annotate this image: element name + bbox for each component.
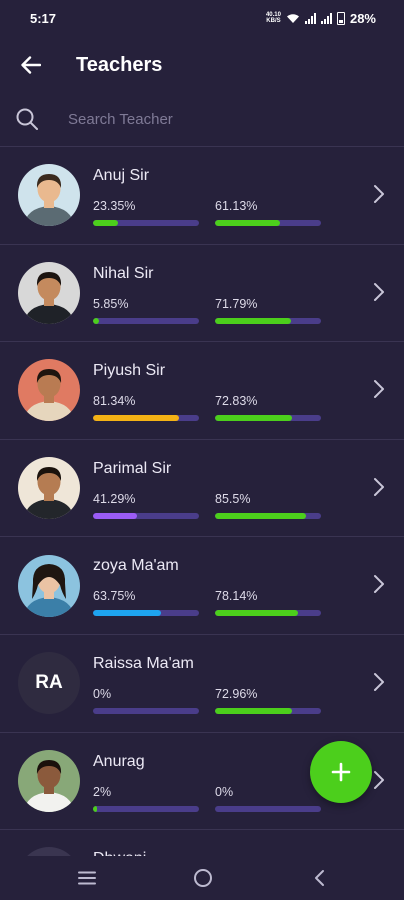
teacher-name: Raissa Ma'am <box>93 654 194 672</box>
teacher-name: Anuj Sir <box>93 167 150 184</box>
net-speed: 40.10 KB/S <box>265 12 281 24</box>
progress-bar-2 <box>215 415 321 422</box>
search-button[interactable] <box>0 96 54 142</box>
chevron-right-icon[interactable] <box>372 573 386 595</box>
status-icons: 40.10 KB/S 28% <box>266 11 376 26</box>
teacher-row[interactable]: RA Raissa Ma'am 0% 72.96% <box>0 635 404 733</box>
search-bar <box>0 96 404 142</box>
avatar <box>18 359 80 422</box>
battery-icon <box>336 11 345 25</box>
teacher-name: Piyush Sir <box>93 362 166 380</box>
progress-fill <box>93 317 100 324</box>
progress-label-2: 78.14% <box>215 589 258 604</box>
avatar <box>18 749 80 812</box>
status-time: 5:17 <box>30 10 57 26</box>
teacher-name: zoya Ma'am <box>93 557 179 575</box>
progress-bar-2 <box>215 317 321 324</box>
progress-bar-2 <box>215 805 321 812</box>
system-nav-bar <box>0 856 404 900</box>
arrow-left-icon <box>21 56 41 74</box>
progress-bar-1 <box>93 220 199 226</box>
menu-icon <box>78 871 96 885</box>
signal-icon <box>304 12 316 24</box>
teacher-row[interactable]: Anuj Sir 23.35% 61.13% <box>0 147 404 245</box>
teacher-row[interactable]: zoya Ma'am 63.75% 78.14% <box>0 537 404 635</box>
progress-label-2: 72.96% <box>215 686 258 701</box>
chevron-right-icon[interactable] <box>372 281 386 303</box>
progress-label-1: 63.75% <box>93 589 136 604</box>
add-teacher-button[interactable] <box>310 741 372 803</box>
progress-label-2: 61.13% <box>215 199 258 213</box>
battery-level: 28% <box>349 10 376 26</box>
nav-back-button[interactable] <box>304 866 334 890</box>
avatar <box>18 164 80 227</box>
progress-bar-1 <box>93 707 199 714</box>
teacher-row[interactable]: Nihal Sir 5.85% 71.79% <box>0 245 404 343</box>
avatar <box>18 554 80 617</box>
progress-fill <box>215 512 306 519</box>
back-chevron-icon <box>315 870 324 886</box>
progress-label-1: 41.29% <box>93 491 136 506</box>
progress-fill <box>215 707 293 714</box>
back-button[interactable] <box>0 36 62 94</box>
progress-label-2: 71.79% <box>215 296 258 311</box>
progress-bar-1 <box>93 317 199 324</box>
progress-fill <box>215 415 293 422</box>
progress-bar-1 <box>93 512 199 519</box>
teacher-name: Anurag <box>93 752 145 770</box>
avatar-initials: RA <box>18 652 80 715</box>
progress-fill <box>93 415 180 422</box>
progress-bar-1 <box>93 415 199 422</box>
avatar <box>18 261 80 324</box>
search-input[interactable] <box>68 99 404 139</box>
search-icon <box>16 108 38 130</box>
progress-label-1: 81.34% <box>93 394 136 409</box>
home-button[interactable] <box>188 866 218 890</box>
teacher-name: Nihal Sir <box>93 264 154 282</box>
progress-bar-1 <box>93 805 199 812</box>
progress-label-1: 0% <box>93 686 112 701</box>
page-title: Teachers <box>76 53 163 76</box>
home-circle-icon <box>194 869 212 887</box>
avatar <box>18 457 80 520</box>
avatar <box>18 847 80 856</box>
plus-icon <box>331 762 351 782</box>
app-bar: Teachers <box>0 36 404 94</box>
teacher-name: Parimal Sir <box>93 459 172 477</box>
progress-bar-2 <box>215 220 321 226</box>
progress-label-1: 23.35% <box>93 199 136 213</box>
chevron-right-icon[interactable] <box>372 183 386 205</box>
progress-bar-2 <box>215 512 321 519</box>
progress-fill <box>93 512 137 519</box>
progress-label-2: 72.83% <box>215 394 258 409</box>
chevron-right-icon[interactable] <box>372 378 386 400</box>
progress-fill <box>215 317 292 324</box>
progress-bar-1 <box>93 610 199 617</box>
progress-label-2: 0% <box>215 784 234 799</box>
progress-label-1: 5.85% <box>93 296 129 311</box>
chevron-right-icon[interactable] <box>372 476 386 498</box>
progress-fill <box>93 610 161 617</box>
chevron-right-icon[interactable] <box>372 671 386 693</box>
status-bar: 5:17 40.10 KB/S 28% <box>0 0 404 36</box>
chevron-right-icon[interactable] <box>372 769 386 791</box>
progress-fill <box>215 610 298 617</box>
signal-icon-2 <box>320 12 332 24</box>
teacher-row[interactable]: Piyush Sir 81.34% 72.83% <box>0 342 404 440</box>
teacher-row[interactable]: Parimal Sir 41.29% 85.5% <box>0 440 404 538</box>
progress-fill <box>215 220 280 226</box>
progress-bar-2 <box>215 707 321 714</box>
progress-label-2: 85.5% <box>215 491 251 506</box>
progress-fill <box>93 805 98 812</box>
progress-fill <box>93 220 118 226</box>
recents-button[interactable] <box>72 866 102 890</box>
teacher-row[interactable]: Dhwani <box>0 830 404 856</box>
wifi-icon <box>286 13 299 23</box>
progress-label-1: 2% <box>93 784 112 799</box>
progress-bar-2 <box>215 610 321 617</box>
